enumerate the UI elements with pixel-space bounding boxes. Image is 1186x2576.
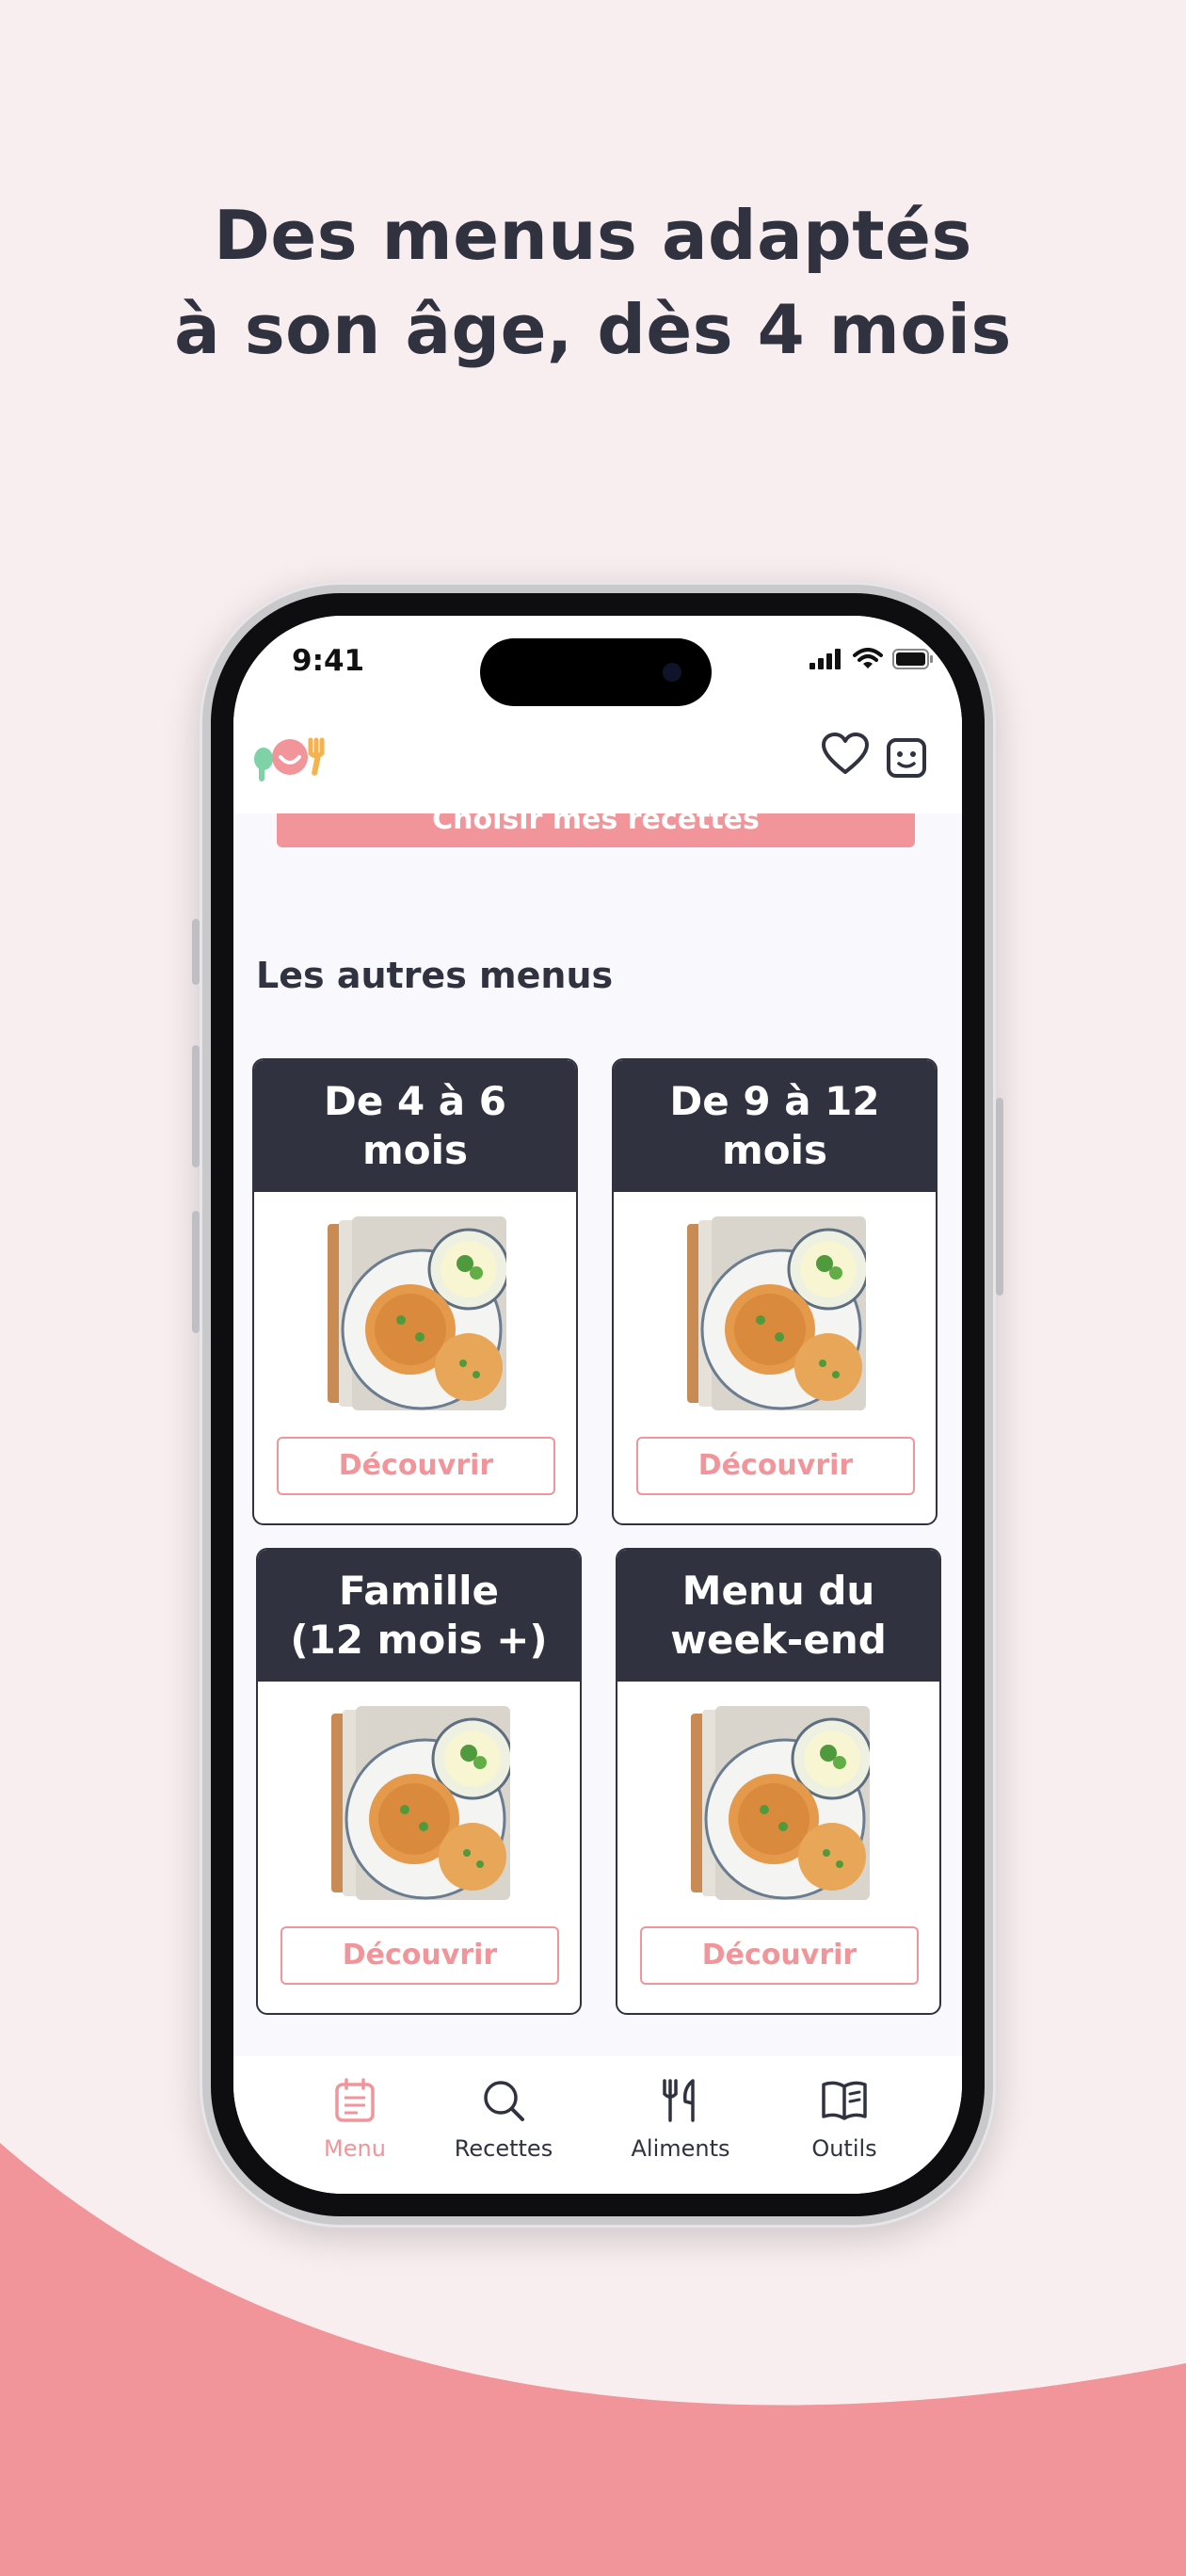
tab-menu[interactable]: Menu [284, 2077, 425, 2162]
headline-line-2: à son âge, dès 4 mois [174, 290, 1012, 369]
tab-label: Menu [324, 2135, 386, 2162]
discover-button[interactable]: Découvrir [277, 1437, 555, 1495]
status-bar: 9:41 [233, 616, 962, 719]
menu-card: De 9 à 12 mois Découvrir [612, 1058, 938, 1525]
tab-label: Recettes [454, 2135, 553, 2162]
card-title-line-2: mois [721, 1127, 827, 1173]
card-title-line-1: De 4 à 6 [323, 1078, 506, 1124]
tab-outils[interactable]: Outils [774, 2077, 915, 2162]
signal-icon [809, 649, 841, 669]
fork-knife-icon [663, 2079, 695, 2122]
status-time: 9:41 [292, 644, 365, 678]
tab-recettes[interactable]: Recettes [433, 2077, 574, 2162]
phone-screen: 9:41 Choisir mes recettes Les autres men… [233, 616, 962, 2194]
phone-side-button [192, 919, 200, 985]
heart-icon[interactable] [821, 733, 870, 776]
menu-card: Menu du week-end Découvrir [616, 1548, 941, 2015]
phone-volume-down [192, 1211, 200, 1333]
card-title: De 4 à 6 mois [254, 1060, 576, 1192]
card-title-line-2: mois [361, 1127, 468, 1173]
recipe-image [687, 1216, 866, 1410]
discover-button[interactable]: Découvrir [640, 1926, 919, 1985]
headline-line-1: Des menus adaptés [214, 196, 972, 275]
headline: Des menus adaptés à son âge, dès 4 mois [0, 188, 1186, 377]
card-title-line-2: week-end [670, 1617, 887, 1663]
profile-face-icon[interactable] [887, 738, 926, 778]
phone-power-button [996, 1098, 1003, 1296]
discover-button[interactable]: Découvrir [636, 1437, 915, 1495]
card-title: De 9 à 12 mois [614, 1060, 936, 1192]
card-title-line-2: (12 mois +) [290, 1617, 548, 1663]
section-title: Les autres menus [256, 955, 614, 996]
card-title: Famille (12 mois +) [258, 1550, 580, 1682]
tab-label: Aliments [631, 2135, 730, 2162]
recipe-image [331, 1706, 510, 1900]
card-title-line-1: De 9 à 12 [669, 1078, 880, 1124]
recipe-image [328, 1216, 506, 1410]
battery-icon [892, 649, 933, 669]
card-title: Menu du week-end [617, 1550, 939, 1682]
menu-card: De 4 à 6 mois Découvrir [252, 1058, 578, 1525]
camera-dot [663, 663, 681, 682]
discover-button[interactable]: Découvrir [280, 1926, 559, 1985]
recipe-image [691, 1706, 870, 1900]
phone-volume-up [192, 1045, 200, 1167]
choose-recipes-button[interactable]: Choisir mes recettes [277, 813, 915, 847]
app-logo[interactable] [248, 731, 333, 787]
status-icons [809, 648, 934, 670]
menu-notepad-icon [335, 2078, 375, 2122]
tab-aliments[interactable]: Aliments [610, 2077, 751, 2162]
book-icon [822, 2081, 867, 2120]
search-icon [484, 2081, 524, 2121]
menu-card: Famille (12 mois +) Découvrir [256, 1548, 582, 2015]
wifi-icon [853, 648, 883, 668]
menus-content: Choisir mes recettes Les autres menus De… [233, 813, 962, 2056]
tab-label: Outils [811, 2135, 877, 2162]
tab-bar: Menu Recettes Aliments Outils [233, 2056, 962, 2194]
card-title-line-1: Famille [338, 1568, 499, 1614]
card-title-line-1: Menu du [681, 1568, 875, 1614]
